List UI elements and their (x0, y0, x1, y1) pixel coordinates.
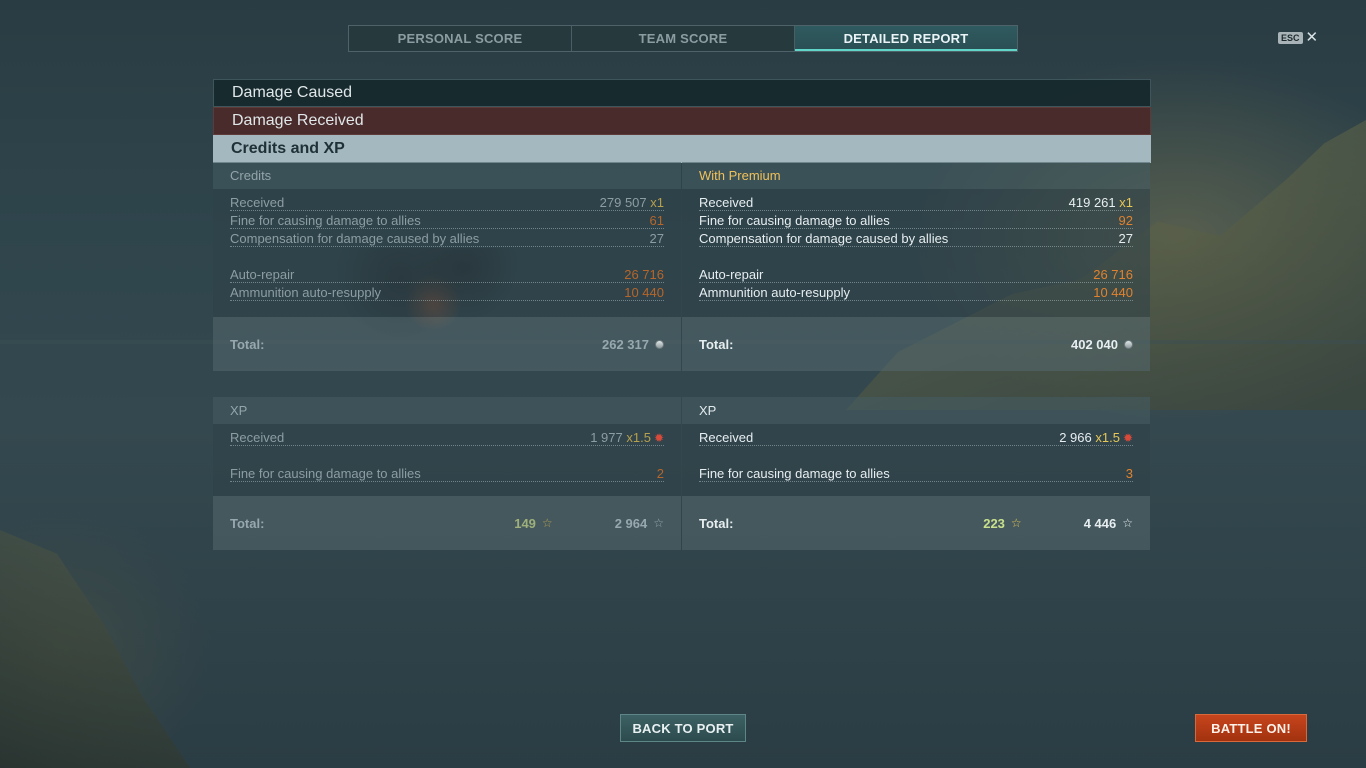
panel-header: XP (682, 397, 1150, 424)
panel-header: With Premium (682, 162, 1150, 189)
free-xp-star-icon: ☆ (541, 516, 553, 530)
xp-multiplier-icon: ✹ (653, 431, 664, 445)
section-credits-and-xp[interactable]: Credits and XP (213, 135, 1151, 163)
xp-total-row: Total: 223 ☆ 4 446 ☆ (682, 496, 1150, 550)
total-label: Total: (699, 336, 734, 352)
multiplier: x1.5 (1095, 430, 1120, 445)
xp-fine-row: Fine for causing damage to allies 2 (230, 464, 664, 482)
row-value: 10 440 (1093, 285, 1133, 300)
row-value: 92 (1118, 213, 1133, 228)
tab-personal-score[interactable]: PERSONAL SCORE (349, 26, 572, 51)
credits-compensation-row: Compensation for damage caused by allies… (230, 229, 664, 247)
row-value: 279 507 x1 (599, 195, 664, 210)
row-value: 27 (649, 231, 664, 246)
row-label: Fine for causing damage to allies (699, 466, 890, 481)
total-label: Total: (699, 515, 734, 531)
row-label: Ammunition auto-resupply (699, 285, 851, 300)
esc-key-badge: ESC (1278, 31, 1303, 44)
credits-auto-repair-row: Auto-repair 26 716 (699, 265, 1133, 283)
credits-ammo-row: Ammunition auto-resupply 10 440 (230, 283, 664, 301)
credits-auto-repair-row: Auto-repair 26 716 (230, 265, 664, 283)
row-label: Compensation for damage caused by allies (699, 231, 949, 246)
credits-received-row: Received 279 507 x1 (230, 193, 664, 211)
row-value: 10 440 (624, 285, 664, 300)
back-to-port-button[interactable]: BACK TO PORT (620, 714, 746, 742)
xp-basic-panel: XP Received 1 977 x1.5 ✹ Fine for causing… (213, 397, 681, 550)
battle-on-button[interactable]: BATTLE ON! (1195, 714, 1307, 742)
panel-header: XP (213, 397, 681, 424)
xp-received-row: Received 1 977 x1.5 ✹ (230, 426, 664, 446)
coin-icon (655, 339, 664, 349)
xp-fine-row: Fine for causing damage to allies 3 (699, 464, 1133, 482)
row-value: 419 261 x1 (1068, 195, 1133, 210)
panel-body: Received 2 966 x1.5 ✹ Fine for causing da… (682, 424, 1150, 496)
multiplier: x1 (650, 195, 664, 210)
row-value: 1 977 x1.5 ✹ (590, 430, 664, 445)
credits-fine-row: Fine for causing damage to allies 92 (699, 211, 1133, 229)
section-label: Damage Caused (232, 84, 353, 101)
xp-total-row: Total: 149 ☆ 2 964 ☆ (213, 496, 681, 550)
credits-total-row: Total: 402 040 (682, 317, 1150, 371)
row-value: 61 (649, 213, 664, 228)
xp-multiplier-icon: ✹ (1122, 431, 1133, 445)
coin-icon (1124, 339, 1133, 349)
row-label: Fine for causing damage to allies (699, 213, 890, 228)
row-label: Received (699, 430, 754, 445)
multiplier: x1 (1119, 195, 1133, 210)
credits-received-row: Received 419 261 x1 (699, 193, 1133, 211)
panel-header: Credits (213, 162, 681, 189)
row-label: Fine for causing damage to allies (230, 466, 421, 481)
credits-basic-panel: Credits Received 279 507 x1 Fine for cau… (213, 162, 681, 371)
esc-close-button[interactable]: ESC ✕ (1278, 30, 1318, 45)
score-tabs: PERSONAL SCORE TEAM SCORE DETAILED REPOR… (348, 25, 1018, 52)
row-label: Received (699, 195, 754, 210)
xp-received-row: Received 2 966 x1.5 ✹ (699, 426, 1133, 446)
total-label: Total: (230, 336, 265, 352)
row-value: 2 (656, 466, 664, 481)
total-value: 402 040 (1071, 337, 1133, 352)
panel-body: Received 419 261 x1 Fine for causing dam… (682, 189, 1150, 317)
row-label: Compensation for damage caused by allies (230, 231, 480, 246)
free-xp-star-icon: ☆ (1010, 516, 1022, 530)
row-value: 2 966 x1.5 ✹ (1059, 430, 1133, 445)
panel-body: Received 279 507 x1 Fine for causing dam… (213, 189, 681, 317)
free-xp-value: 223 ☆ (983, 515, 1022, 531)
row-label: Ammunition auto-resupply (230, 285, 382, 300)
section-label: Credits and XP (231, 140, 345, 157)
total-value: 2 964 ☆ (614, 515, 664, 531)
credits-fine-row: Fine for causing damage to allies 61 (230, 211, 664, 229)
background-rock (0, 530, 190, 768)
xp-premium-panel: XP Received 2 966 x1.5 ✹ Fine for causing… (682, 397, 1150, 550)
total-value: 262 317 (602, 337, 664, 352)
row-label: Fine for causing damage to allies (230, 213, 421, 228)
credits-total-row: Total: 262 317 (213, 317, 681, 371)
total-label: Total: (230, 515, 265, 531)
free-xp-value: 149 ☆ (514, 515, 553, 531)
credits-compensation-row: Compensation for damage caused by allies… (699, 229, 1133, 247)
star-icon: ☆ (653, 516, 664, 530)
row-label: Received (230, 195, 285, 210)
row-label: Auto-repair (699, 267, 764, 282)
tab-team-score[interactable]: TEAM SCORE (572, 26, 795, 51)
tab-detailed-report[interactable]: DETAILED REPORT (795, 26, 1017, 51)
multiplier: x1.5 (626, 430, 651, 445)
row-label: Received (230, 430, 285, 445)
panel-body: Received 1 977 x1.5 ✹ Fine for causing da… (213, 424, 681, 496)
row-value: 26 716 (1093, 267, 1133, 282)
row-value: 3 (1125, 466, 1133, 481)
row-value: 27 (1118, 231, 1133, 246)
close-icon: ✕ (1305, 29, 1319, 46)
credits-premium-panel: With Premium Received 419 261 x1 Fine fo… (682, 162, 1150, 371)
section-label: Damage Received (232, 112, 364, 129)
total-value: 4 446 ☆ (1083, 515, 1133, 531)
section-damage-received[interactable]: Damage Received (213, 107, 1151, 135)
credits-ammo-row: Ammunition auto-resupply 10 440 (699, 283, 1133, 301)
row-value: 26 716 (624, 267, 664, 282)
star-icon: ☆ (1122, 516, 1133, 530)
row-label: Auto-repair (230, 267, 295, 282)
section-damage-caused[interactable]: Damage Caused (213, 79, 1151, 107)
